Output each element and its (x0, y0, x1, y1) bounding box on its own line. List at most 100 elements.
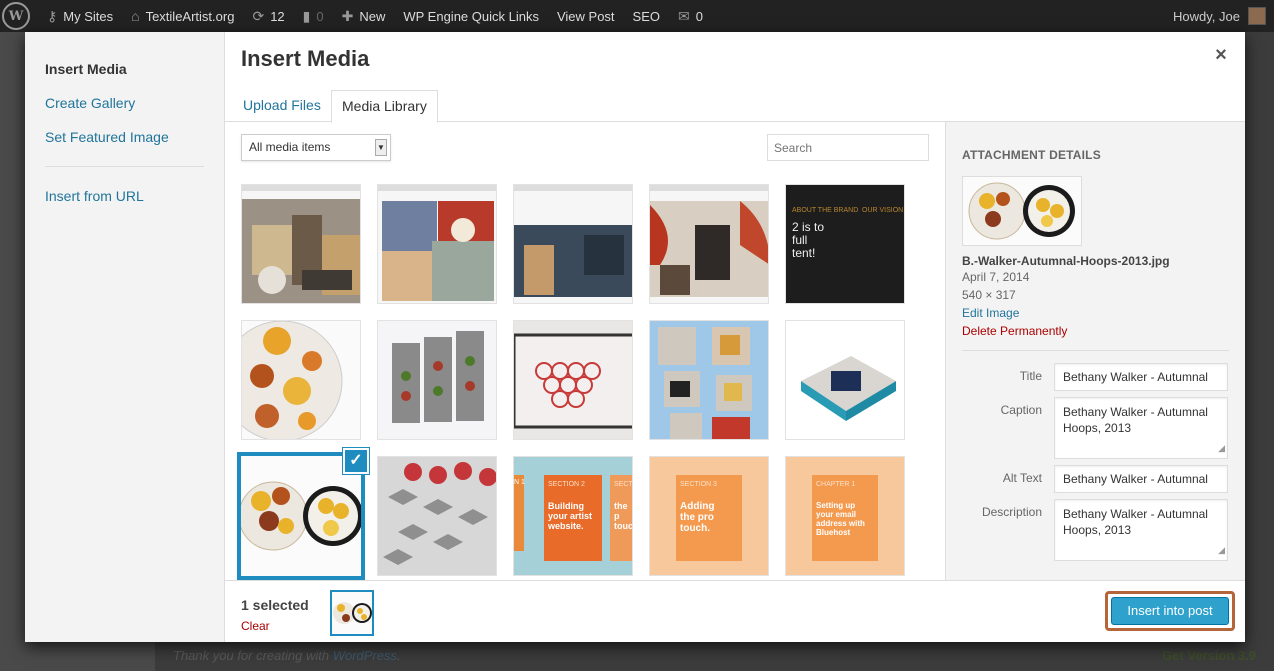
delete-permanently-link[interactable]: Delete Permanently (962, 322, 1229, 340)
insert-media-modal: Insert Media Create Gallery Set Featured… (25, 32, 1245, 642)
thumb-image (378, 321, 496, 439)
thumb-text: Building your artist website. (548, 501, 593, 531)
thumb-label-text: SECTION 2 (548, 481, 585, 488)
seo-menu[interactable]: SEO (624, 0, 669, 32)
thumb-image: SECTION 3 Adding the pro touch. (650, 457, 768, 575)
footer-thanks-text: Thank you for creating with (173, 648, 330, 663)
attachment-filename: B.-Walker-Autumnal-Hoops-2013.jpg (962, 254, 1170, 268)
seo-label: SEO (632, 8, 661, 24)
thumb-image (378, 457, 496, 575)
attachment-thumb[interactable] (377, 320, 497, 440)
title-label: Title (1019, 369, 1042, 383)
resize-grip-icon[interactable]: ◢ (1218, 542, 1225, 558)
attachment-thumb[interactable] (513, 184, 633, 304)
media-router: Upload Files Media Library (225, 88, 1245, 123)
wp-engine-quick-links[interactable]: WP Engine Quick Links (394, 0, 548, 32)
thumb-text: 2 is to full tent! (792, 220, 825, 260)
thumb-image (650, 321, 768, 439)
insert-button-highlight: Insert into post (1105, 591, 1235, 631)
media-filter-select[interactable]: All media items ▼ (241, 134, 391, 161)
attachment-preview (962, 176, 1082, 246)
key-icon: ⚷ (47, 7, 58, 24)
menu-insert-from-url[interactable]: Insert from URL (25, 179, 224, 213)
resize-grip-icon[interactable]: ◢ (1218, 440, 1225, 456)
comment-icon: ▮ (302, 7, 311, 24)
attachment-thumb[interactable] (241, 320, 361, 440)
refresh-icon: ⟳ (252, 7, 265, 24)
checkmark-icon[interactable]: ✓ (343, 448, 369, 474)
menu-create-gallery[interactable]: Create Gallery (25, 86, 224, 120)
clear-selection-link[interactable]: Clear (241, 619, 270, 633)
thumb-image (514, 185, 632, 303)
description-field[interactable]: Bethany Walker - Autumnal Hoops, 2013 ◢ (1054, 499, 1228, 561)
comments-menu[interactable]: ▮ 0 (294, 0, 333, 32)
comments-count: 0 (316, 8, 324, 24)
attachment-thumb[interactable] (513, 320, 633, 440)
thumb-text: Adding the pro touch. (680, 501, 715, 534)
mail-count: 0 (695, 8, 703, 24)
thumb-image (242, 185, 360, 303)
wordpress-logo-icon[interactable]: W (2, 2, 30, 30)
thumb-image (241, 456, 361, 576)
description-value: Bethany Walker - Autumnal Hoops, 2013 (1063, 507, 1208, 537)
thumb-heading-text: ABOUT THE BRAND (792, 207, 859, 214)
thumb-image: N 1 SECTION 2 Building your artist websi… (514, 457, 633, 575)
admin-bar: W ⚷ My Sites ⌂ TextileArtist.org ⟳ 12 ▮ 0 ✚ N… (0, 0, 1274, 32)
menu-insert-media[interactable]: Insert Media (25, 52, 224, 86)
details-separator (962, 350, 1229, 351)
media-frame-toolbar: 1 selected Clear Insert into post (225, 580, 1245, 642)
new-label: New (359, 8, 386, 24)
my-sites-menu[interactable]: ⚷ My Sites (38, 0, 122, 32)
attachment-thumb[interactable]: ABOUT THE BRAND OUR VISION 2 is to full … (785, 184, 905, 304)
thumb-label-text: CHAPTER 1 (816, 481, 856, 488)
description-label: Description (981, 505, 1042, 519)
tab-media-library[interactable]: Media Library (331, 90, 438, 123)
thumb-label-text: N 1 (514, 479, 525, 486)
attachment-thumb[interactable] (649, 184, 769, 304)
mail-menu[interactable]: ✉ 0 (669, 0, 712, 32)
attachment-thumb[interactable]: CHAPTER 1 Setting up your email address … (785, 456, 905, 576)
tab-upload-files[interactable]: Upload Files (233, 90, 331, 123)
alt-text-field[interactable]: Bethany Walker - Autumnal (1054, 465, 1228, 493)
attachment-date: April 7, 2014 (962, 270, 1030, 284)
thumb-image: CHAPTER 1 Setting up your email address … (786, 457, 904, 575)
footer-wordpress-link[interactable]: WordPress (333, 648, 397, 663)
thumb-image: ABOUT THE BRAND OUR VISION 2 is to full … (786, 185, 904, 303)
attachment-thumb[interactable] (377, 456, 497, 576)
footer-period: . (397, 648, 401, 663)
media-frame-menu: Insert Media Create Gallery Set Featured… (25, 32, 225, 642)
my-account-menu[interactable]: Howdy, Joe (1173, 7, 1274, 25)
attachment-thumb[interactable] (377, 184, 497, 304)
alt-text-label: Alt Text (1002, 471, 1042, 485)
attachment-thumb[interactable] (785, 320, 905, 440)
selection-thumb[interactable] (330, 590, 374, 636)
new-content-menu[interactable]: ✚ New (333, 0, 395, 32)
thumb-image (650, 185, 768, 303)
attachment-thumb[interactable] (649, 320, 769, 440)
thumb-text: the p touc (614, 501, 633, 531)
caption-value: Bethany Walker - Autumnal Hoops, 2013 (1063, 405, 1208, 435)
updates-count: 12 (270, 8, 285, 24)
view-post-label: View Post (556, 8, 615, 24)
media-filter-value: All media items (249, 140, 331, 154)
insert-into-post-button[interactable]: Insert into post (1111, 597, 1229, 625)
updates-menu[interactable]: ⟳ 12 (243, 0, 293, 32)
search-input[interactable] (767, 134, 929, 161)
title-field[interactable]: Bethany Walker - Autumnal (1054, 363, 1228, 391)
attachment-dimensions: 540 × 317 (962, 288, 1016, 302)
attachment-thumb[interactable]: SECTION 3 Adding the pro touch. (649, 456, 769, 576)
attachment-thumb[interactable] (241, 184, 361, 304)
close-icon[interactable]: × (1211, 44, 1231, 67)
plus-icon: ✚ (341, 7, 354, 24)
attachments-toolbar: All media items ▼ (241, 134, 929, 162)
attachment-details-sidebar: ATTACHMENT DETAILS B.-Walker-Autumnal-Ho… (945, 122, 1245, 580)
menu-set-featured-image[interactable]: Set Featured Image (25, 120, 224, 154)
thumb-image (378, 185, 496, 303)
edit-image-link[interactable]: Edit Image (962, 304, 1229, 322)
attachment-thumb[interactable]: N 1 SECTION 2 Building your artist websi… (513, 456, 633, 576)
caption-field[interactable]: Bethany Walker - Autumnal Hoops, 2013 ◢ (1054, 397, 1228, 459)
get-version-link[interactable]: Get Version 3.9 (1162, 648, 1256, 663)
site-name-menu[interactable]: ⌂ TextileArtist.org (122, 0, 243, 32)
view-post-link[interactable]: View Post (548, 0, 624, 32)
quick-links-label: WP Engine Quick Links (403, 8, 539, 24)
